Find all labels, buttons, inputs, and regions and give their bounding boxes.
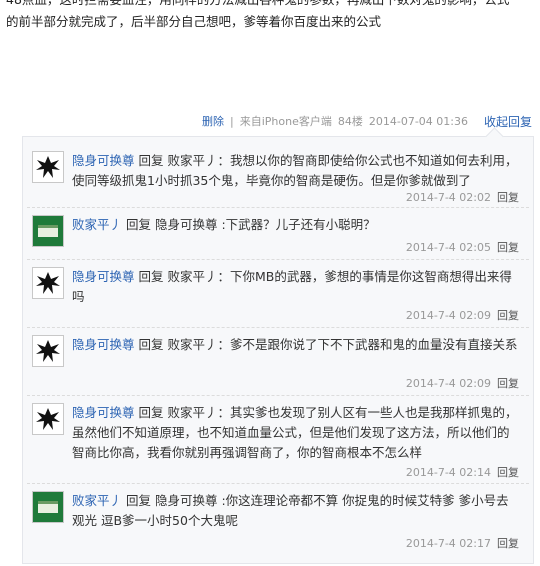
reply-username[interactable]: 隐身可换尊 [72, 405, 135, 420]
reply-text: 回复 败家平丿：其实爹也发现了别人区有一些人也是我那样抓鬼的，虽然他们不知道原理… [72, 405, 518, 460]
reply-content: 隐身可换尊 回复 败家平丿：爹不是跟你说了下不下武器和鬼的血量没有直接关系 [72, 335, 519, 355]
post-body: 48点血，这时拦需要血注，用同样的方法减出各种鬼的参数，再减出下数对鬼的影响，公… [6, 0, 534, 44]
reply-text: 回复 隐身可换尊 :你这连理论帝都不算 你捉鬼的时候艾特爹 爹小号去观光 逗B爹… [72, 493, 509, 528]
phoenix-icon [33, 336, 63, 366]
reply-text: 回复 败家平丿：我想以你的智商即使给你公式也不知道如何去利用，使同等级抓鬼1小时… [72, 153, 518, 188]
reply-time: 2014-7-4 02:14 [405, 466, 491, 479]
reply-item: 败家平丿 回复 隐身可换尊 :下武器？儿子还有小聪明？ 2014-7-4 02:0… [27, 209, 529, 260]
reply-button[interactable]: 回复 [497, 377, 519, 390]
reply-username[interactable]: 隐身可换尊 [72, 337, 135, 352]
phoenix-icon [33, 404, 63, 434]
reply-time: 2014-7-4 02:02 [405, 191, 491, 204]
green-avatar[interactable] [32, 491, 64, 523]
delete-link[interactable]: 删除 [202, 113, 224, 129]
reply-item: 隐身可换尊 回复 败家平丿：爹不是跟你说了下不下武器和鬼的血量没有直接关系 201… [27, 329, 529, 396]
reply-button[interactable]: 回复 [497, 191, 519, 204]
reply-button[interactable]: 回复 [497, 466, 519, 479]
reply-button[interactable]: 回复 [497, 241, 519, 254]
phoenix-avatar[interactable] [32, 151, 64, 183]
phoenix-avatar[interactable] [32, 403, 64, 435]
green-avatar[interactable] [32, 215, 64, 247]
reply-footer: 2014-7-4 02:09 回复 [406, 375, 519, 391]
meta-separator: | [230, 114, 234, 128]
reply-footer: 2014-7-4 02:05 回复 [406, 239, 519, 255]
reply-item: 隐身可换尊 回复 败家平丿：其实爹也发现了别人区有一些人也是我那样抓鬼的，虽然他们… [27, 397, 529, 484]
collapse-reply-link[interactable]: 收起回复 [484, 113, 532, 130]
post-source: 来自iPhone客户端 [239, 115, 332, 128]
reply-content: 隐身可换尊 回复 败家平丿：我想以你的智商即使给你公式也不知道如何去利用，使同等级… [72, 151, 519, 191]
reply-content: 败家平丿 回复 隐身可换尊 :你这连理论帝都不算 你捉鬼的时候艾特爹 爹小号去观光… [72, 491, 519, 531]
reply-button[interactable]: 回复 [497, 537, 519, 550]
reply-text: 回复 败家平丿：下你MB的武器，爹想的事情是你这智商想得出来得吗 [72, 269, 512, 304]
phoenix-icon [33, 152, 63, 182]
green-square-icon [33, 216, 63, 246]
reply-time: 2014-7-4 02:05 [405, 241, 491, 254]
reply-footer: 2014-7-4 02:14 回复 [406, 464, 519, 480]
reply-panel: 隐身可换尊 回复 败家平丿：我想以你的智商即使给你公式也不知道如何去利用，使同等级… [22, 136, 534, 564]
reply-text: 回复 隐身可换尊 :下武器？儿子还有小聪明？ [126, 217, 376, 232]
phoenix-icon [33, 268, 63, 298]
floor-number: 84楼 [337, 115, 363, 128]
reply-username[interactable]: 隐身可换尊 [72, 269, 135, 284]
green-square-icon [33, 492, 63, 522]
reply-content: 隐身可换尊 回复 败家平丿：下你MB的武器，爹想的事情是你这智商想得出来得吗 [72, 267, 519, 307]
reply-text: 回复 败家平丿：爹不是跟你说了下不下武器和鬼的血量没有直接关系 [138, 337, 518, 352]
post-meta-bar: 删除 | 来自iPhone客户端 84楼 2014-07-04 01:36 收起… [0, 108, 540, 134]
reply-button[interactable]: 回复 [497, 309, 519, 322]
reply-item: 隐身可换尊 回复 败家平丿：下你MB的武器，爹想的事情是你这智商想得出来得吗 20… [27, 261, 529, 328]
reply-content: 败家平丿 回复 隐身可换尊 :下武器？儿子还有小聪明？ [72, 215, 519, 235]
reply-item: 隐身可换尊 回复 败家平丿：我想以你的智商即使给你公式也不知道如何去利用，使同等级… [27, 145, 529, 208]
post-time: 2014-07-04 01:36 [368, 114, 468, 128]
reply-footer: 2014-7-4 02:09 回复 [406, 307, 519, 323]
post-text-line-2: 的前半部分就完成了，后半部分自己想吧，爹等着你百度出来的公式 [6, 14, 382, 29]
phoenix-avatar[interactable] [32, 267, 64, 299]
reply-time: 2014-7-4 02:09 [405, 377, 491, 390]
reply-item: 败家平丿 回复 隐身可换尊 :你这连理论帝都不算 你捉鬼的时候艾特爹 爹小号去观光… [27, 485, 529, 557]
reply-time: 2014-7-4 02:09 [405, 309, 491, 322]
reply-username[interactable]: 隐身可换尊 [72, 153, 135, 168]
reply-content: 隐身可换尊 回复 败家平丿：其实爹也发现了别人区有一些人也是我那样抓鬼的，虽然他们… [72, 403, 519, 463]
reply-username[interactable]: 败家平丿 [72, 493, 122, 508]
reply-time: 2014-7-4 02:17 [405, 537, 491, 550]
reply-username[interactable]: 败家平丿 [72, 217, 122, 232]
reply-footer: 2014-7-4 02:02 回复 [406, 189, 519, 205]
post-text-line-1: 48点血，这时拦需要血注，用同样的方法减出各种鬼的参数，再减出下数对鬼的影响，公… [6, 0, 534, 11]
phoenix-avatar[interactable] [32, 335, 64, 367]
reply-footer: 2014-7-4 02:17 回复 [406, 535, 519, 551]
